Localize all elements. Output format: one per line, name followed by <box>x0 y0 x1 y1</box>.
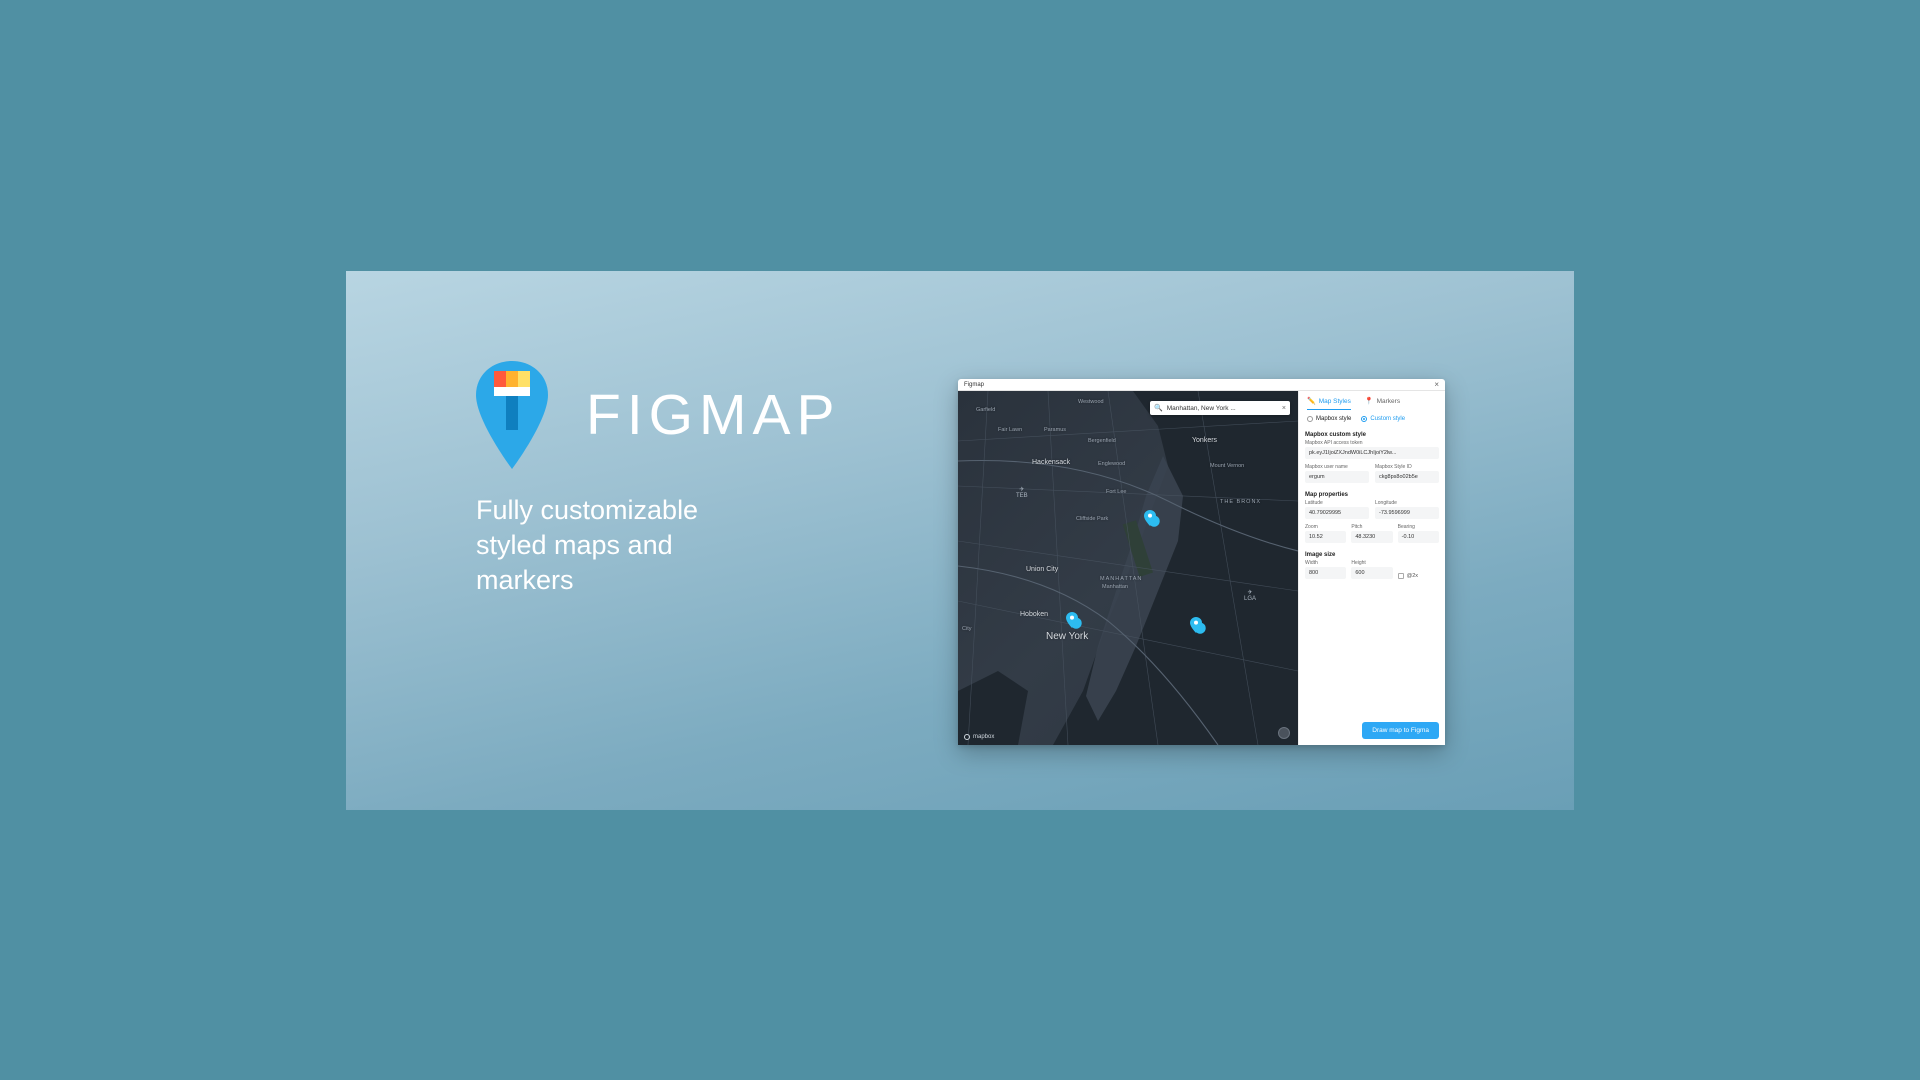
brand-block: FIGMAP Fully customizable styled maps an… <box>476 361 906 598</box>
label-zoom: Zoom <box>1305 524 1346 530</box>
label-fortlee: Fort Lee <box>1106 489 1126 495</box>
input-styleid[interactable]: ckg8ps8o02b5e <box>1375 471 1439 483</box>
input-width[interactable]: 800 <box>1305 567 1346 579</box>
label-styleid: Mapbox Style ID <box>1375 464 1439 470</box>
brand-name: FIGMAP <box>586 382 841 448</box>
label-bergenfield: Bergenfield <box>1088 438 1116 444</box>
label-hoboken: Hoboken <box>1020 611 1048 618</box>
label-width: Width <box>1305 560 1346 566</box>
checkbox-retina[interactable]: @2x <box>1398 573 1439 579</box>
label-westwood: Westwood <box>1078 399 1104 405</box>
plugin-window: Figmap × <box>958 379 1445 745</box>
radio-custom-style[interactable]: Custom style <box>1361 416 1405 422</box>
label-hackensack: Hackensack <box>1032 459 1070 466</box>
plugin-sidebar: ✏️ Map Styles 📍 Markers Mapbox style <box>1298 391 1445 745</box>
label-manhattan: Manhattan <box>1102 584 1128 590</box>
label-lng: Longitude <box>1375 500 1439 506</box>
map-vector <box>958 391 1298 745</box>
tab-map-styles[interactable]: ✏️ Map Styles <box>1307 397 1351 410</box>
input-token[interactable]: pk.eyJ1IjoiZXJndW0iLCJhIjoiY2lw... <box>1305 447 1439 459</box>
map-pin-icon[interactable] <box>1144 510 1156 526</box>
map-attribution: mapbox <box>964 734 994 740</box>
label-username: Mapbox user name <box>1305 464 1369 470</box>
plugin-titlebar: Figmap × <box>958 379 1445 391</box>
radio-mapbox-style[interactable]: Mapbox style <box>1307 416 1351 422</box>
airport-teb-icon: ✈TEB <box>1016 486 1028 499</box>
label-newyork: New York <box>1046 631 1088 642</box>
label-token: Mapbox API access token <box>1305 440 1439 446</box>
map-compass-icon[interactable] <box>1278 727 1290 739</box>
map-pin-icon[interactable] <box>1190 617 1202 633</box>
map-pin-icon[interactable] <box>1066 612 1078 628</box>
label-pitch: Pitch <box>1351 524 1392 530</box>
heading-map-props: Map properties <box>1305 492 1439 498</box>
label-manhattan-area: MANHATTAN <box>1100 576 1142 582</box>
heading-image-size: Image size <box>1305 552 1439 558</box>
close-icon[interactable]: × <box>1434 380 1439 389</box>
input-username[interactable]: ergum <box>1305 471 1369 483</box>
label-englewood: Englewood <box>1098 461 1125 467</box>
brush-icon: ✏️ <box>1307 397 1316 405</box>
search-icon[interactable]: 🔍 <box>1154 404 1163 412</box>
brand-tagline: Fully customizable styled maps and marke… <box>476 493 776 598</box>
label-paramus: Paramus <box>1044 427 1066 433</box>
tab-markers[interactable]: 📍 Markers <box>1365 397 1400 410</box>
promo-banner: FIGMAP Fully customizable styled maps an… <box>346 271 1574 810</box>
pin-icon: 📍 <box>1365 397 1374 405</box>
label-fairlawn: Fair Lawn <box>998 427 1022 433</box>
label-bronx: THE BRONX <box>1220 499 1261 505</box>
input-lng[interactable]: -73.9596999 <box>1375 507 1439 519</box>
clear-search-icon[interactable]: × <box>1282 405 1286 412</box>
search-input[interactable]: Manhattan, New York ... <box>1167 405 1278 412</box>
input-zoom[interactable]: 10.52 <box>1305 531 1346 543</box>
map-search-box: 🔍 Manhattan, New York ... × <box>1150 401 1290 415</box>
label-cliffside: Cliffside Park <box>1076 516 1108 522</box>
input-pitch[interactable]: 48.3230 <box>1351 531 1392 543</box>
heading-custom-style: Mapbox custom style <box>1305 432 1439 438</box>
label-lat: Latitude <box>1305 500 1369 506</box>
input-bearing[interactable]: -0.10 <box>1398 531 1439 543</box>
label-yonkers: Yonkers <box>1192 437 1217 444</box>
label-city: City <box>962 626 971 632</box>
map-canvas[interactable]: Garfield Fair Lawn Paramus Westwood Berg… <box>958 391 1298 745</box>
label-height: Height <box>1351 560 1392 566</box>
label-bearing: Bearing <box>1398 524 1439 530</box>
figmap-logo-icon <box>476 361 548 469</box>
input-lat[interactable]: 40.79029995 <box>1305 507 1369 519</box>
input-height[interactable]: 600 <box>1351 567 1392 579</box>
label-garfield: Garfield <box>976 407 995 413</box>
plugin-title: Figmap <box>964 382 984 388</box>
mapbox-logo-icon <box>964 734 970 740</box>
airport-lga-icon: ✈LGA <box>1244 589 1256 602</box>
label-mtvernon: Mount Vernon <box>1210 463 1244 469</box>
draw-map-button[interactable]: Draw map to Figma <box>1362 722 1439 739</box>
label-unioncity: Union City <box>1026 566 1058 573</box>
